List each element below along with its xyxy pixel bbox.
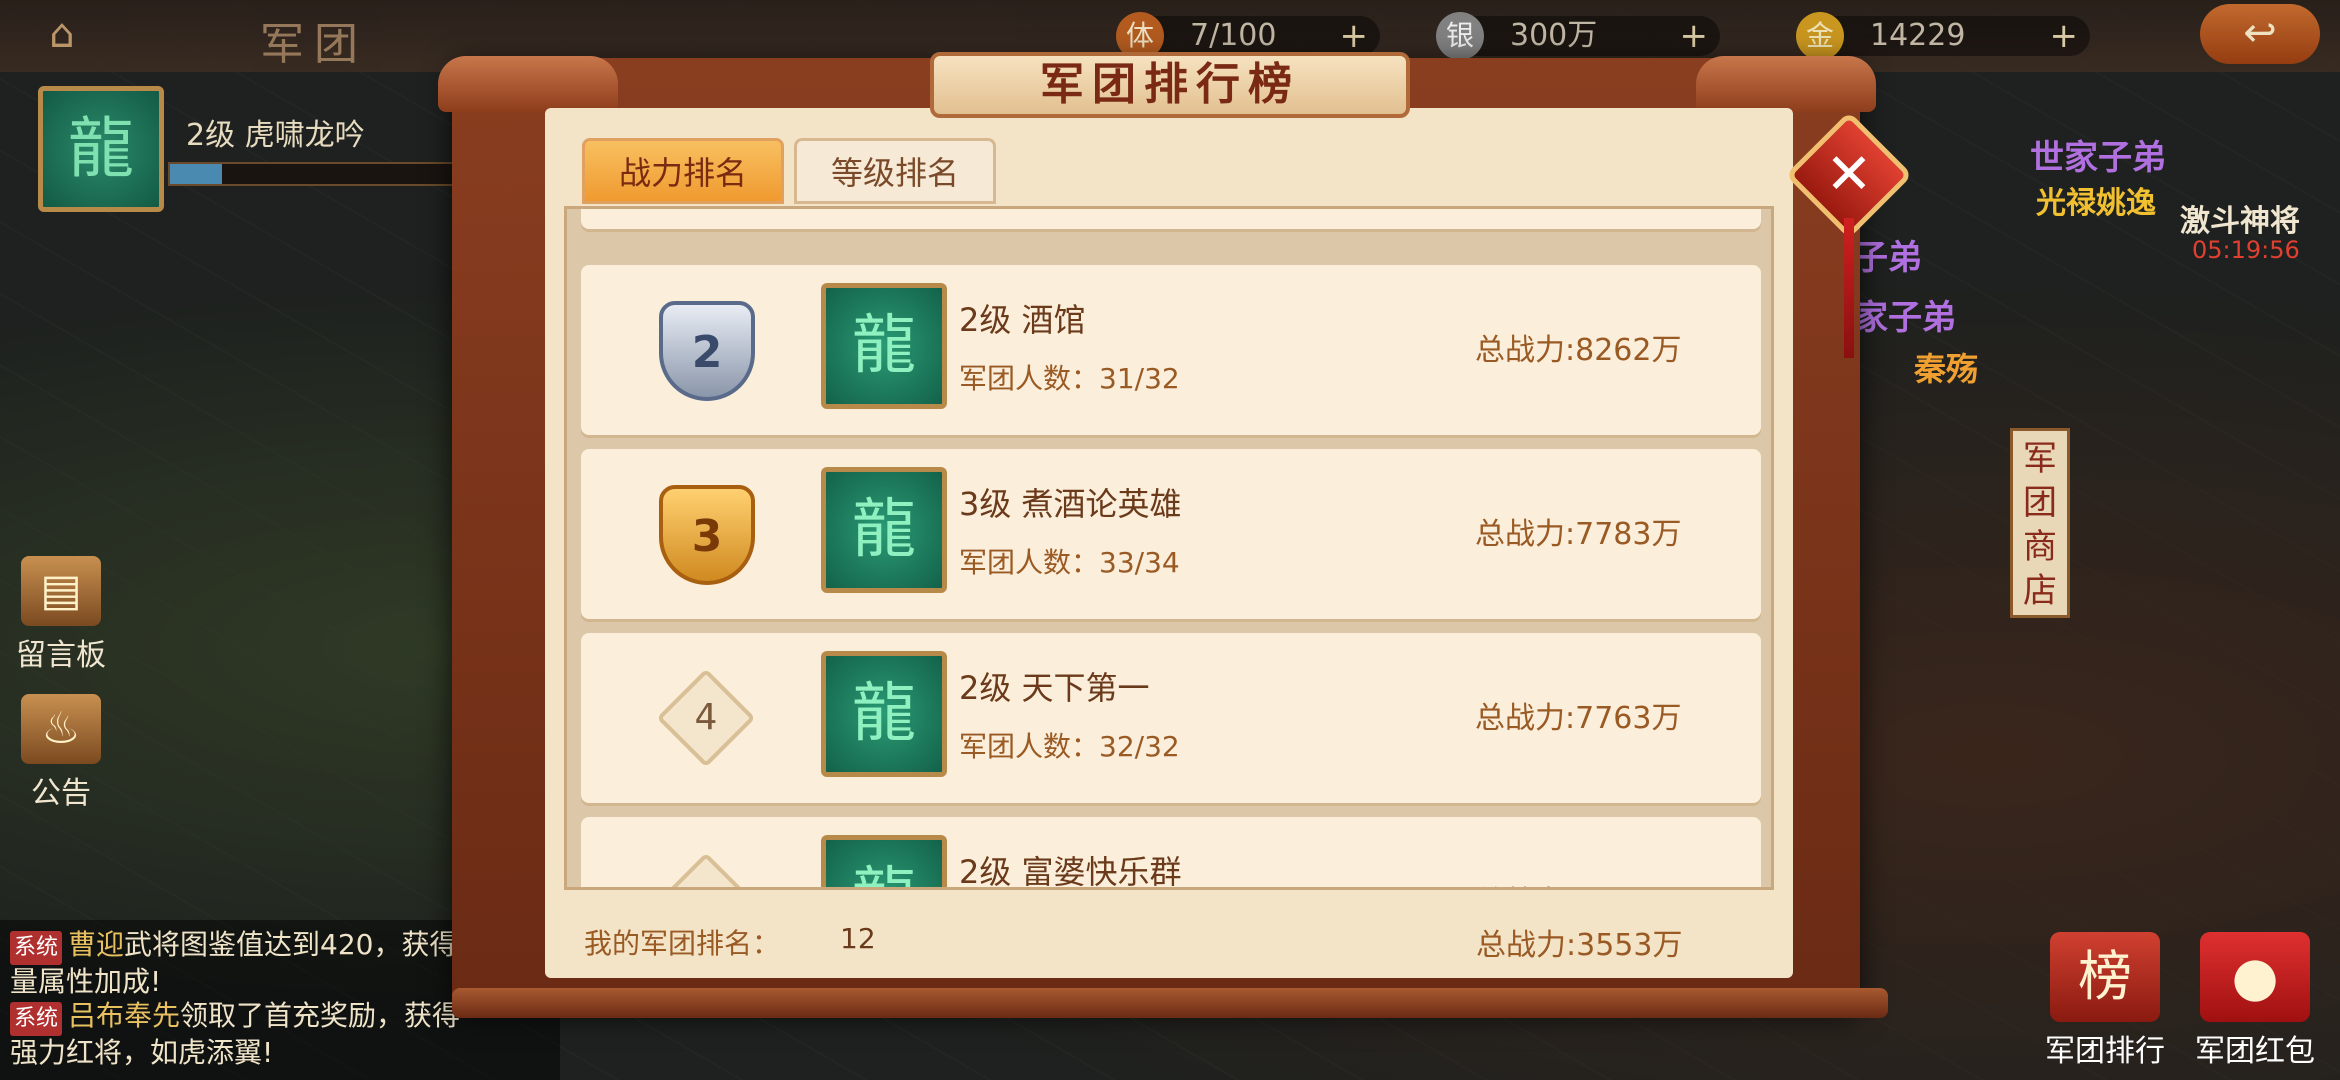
gold-value: 14229: [1870, 18, 1966, 53]
chat-text: 强力红将，如虎添翼!: [10, 1036, 274, 1069]
red-packet-icon: ●: [2200, 932, 2310, 1022]
rank-number: 4: [694, 697, 718, 738]
message-board-label: 留言板: [16, 638, 106, 673]
legion-redpacket-button[interactable]: ● 军团红包: [2190, 932, 2320, 1070]
dialog-base: [452, 988, 1888, 1018]
player-name-label: 光禄姚逸: [2036, 186, 2156, 221]
message-board-icon: ▤: [21, 556, 101, 626]
dragon-icon: 龍: [68, 110, 134, 187]
legion-level-name: 2级 天下第一: [959, 669, 1150, 707]
dragon-icon: 龍: [821, 467, 947, 593]
silver-coin-icon: 银: [1436, 12, 1484, 60]
list-item[interactable]: 5 龍 2级 富婆快乐群 总战力:6543万: [581, 817, 1761, 890]
legion-exp-fill: [170, 164, 223, 184]
page-title: 军团: [260, 19, 368, 70]
member-count: 军团人数：31/32: [959, 362, 1180, 395]
add-gold-button[interactable]: +: [2050, 16, 2079, 56]
rank-badge-gold: 3: [659, 485, 755, 585]
close-icon: ✕: [1825, 142, 1873, 207]
dialog-title: 军团排行榜: [930, 52, 1410, 118]
rank-badge-silver: 2: [659, 301, 755, 401]
back-button[interactable]: ↩: [2200, 4, 2320, 64]
message-board-button[interactable]: ▤ 留言板: [6, 556, 116, 674]
legion-exp-bar: [168, 162, 498, 186]
legion-ranking-button[interactable]: 榜 军团排行: [2040, 932, 2170, 1070]
tab-level-ranking[interactable]: 等级排名: [794, 138, 996, 204]
player-title-label: 世家子弟: [2030, 138, 2166, 178]
close-tassel: [1844, 218, 1854, 358]
total-power: 总战力:6543万: [1475, 877, 1681, 887]
add-stamina-button[interactable]: +: [1340, 16, 1369, 56]
legion-name: 2级 虎啸龙吟: [186, 118, 365, 153]
ranking-icon: 榜: [2050, 932, 2160, 1022]
system-tag: 系统: [10, 931, 63, 965]
chat-text: 量属性加成!: [10, 965, 162, 998]
system-tag: 系统: [10, 1002, 63, 1036]
member-count: 军团人数：32/32: [959, 730, 1180, 763]
stamina-value: 7/100: [1190, 18, 1277, 53]
rank-number: 5: [675, 871, 737, 887]
chat-player-name: 吕布奉先: [68, 999, 181, 1032]
announcement-label: 公告: [31, 776, 91, 811]
ranking-list[interactable]: 2 龍 2级 酒馆 军团人数：31/32 总战力:8262万 3 龍 3级 煮酒…: [564, 206, 1774, 890]
dragon-icon: 龍: [821, 283, 947, 409]
total-power: 总战力:7763万: [1475, 701, 1682, 736]
legion-emblem[interactable]: 龍: [38, 86, 164, 212]
list-item[interactable]: 4 龍 2级 天下第一 军团人数：32/32 总战力:7763万: [581, 633, 1761, 803]
list-item[interactable]: 3 龍 3级 煮酒论英雄 军团人数：33/34 总战力:7783万: [581, 449, 1761, 619]
dialog-wing-right: [1696, 56, 1876, 112]
chat-player-name: 曹迎: [68, 928, 125, 961]
total-power: 总战力:8262万: [1475, 333, 1682, 368]
member-count: 军团人数：33/34: [959, 546, 1180, 579]
chat-text: 武将图鉴值达到420，获得全: [124, 928, 486, 961]
list-item[interactable]: 2 龍 2级 酒馆 军团人数：31/32 总战力:8262万: [581, 265, 1761, 435]
rank-badge: 4: [656, 668, 756, 768]
my-rank-value: 12: [840, 922, 876, 955]
rank-badge: 5: [656, 852, 756, 887]
legion-level-name: 2级 富婆快乐群: [959, 853, 1182, 890]
legion-ranking-label: 军团排行: [2045, 1034, 2165, 1069]
player-name-label: 秦殇: [1914, 350, 1979, 388]
legion-redpacket-label: 军团红包: [2195, 1034, 2315, 1069]
stamina-counter: 体 7/100 +: [1116, 12, 1380, 60]
silver-counter: 银 300万 +: [1436, 12, 1720, 60]
chat-line: 强力红将，如虎添翼!: [10, 1036, 550, 1070]
event-timer: 05:19:56: [2192, 236, 2300, 264]
dragon-icon: 龍: [821, 651, 947, 777]
my-total-power: 总战力:3553万: [1476, 928, 1683, 963]
dialog-wing-left: [438, 56, 618, 112]
gold-ingot-icon: 金: [1796, 12, 1844, 60]
home-icon[interactable]: ⌂: [24, 6, 100, 62]
gold-counter: 金 14229 +: [1796, 12, 2090, 60]
dragon-icon: 龍: [821, 835, 947, 887]
list-item[interactable]: [581, 209, 1761, 229]
announcement-button[interactable]: ♨ 公告: [6, 694, 116, 812]
total-power: 总战力:7783万: [1475, 517, 1682, 552]
chat-text: 领取了首充奖励，获得: [180, 999, 461, 1032]
announcement-icon: ♨: [21, 694, 101, 764]
legion-level-name: 3级 煮酒论英雄: [959, 485, 1182, 523]
event-label[interactable]: 激斗神将: [2180, 196, 2300, 240]
legion-level-name: 2级 酒馆: [959, 301, 1086, 339]
silver-value: 300万: [1510, 18, 1598, 53]
add-silver-button[interactable]: +: [1680, 16, 1709, 56]
my-rank-label: 我的军团排名：: [584, 927, 781, 960]
tab-power-ranking[interactable]: 战力排名: [582, 138, 784, 204]
legion-shop-sign[interactable]: 军团商店: [2010, 428, 2070, 618]
